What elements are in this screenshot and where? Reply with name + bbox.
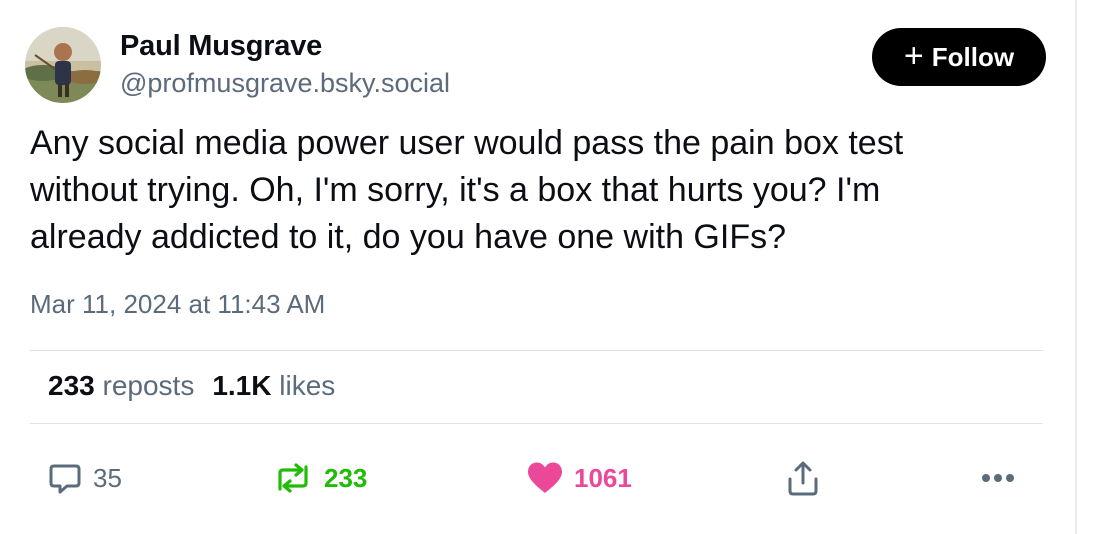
likes-stat[interactable]: 1.1K likes <box>212 370 335 402</box>
share-button[interactable] <box>786 455 820 501</box>
repost-count: 233 <box>324 462 368 493</box>
divider <box>30 423 1043 424</box>
like-button[interactable]: 1061 <box>526 455 632 501</box>
post-timestamp: Mar 11, 2024 at 11:43 AM <box>30 289 326 319</box>
more-dots-icon <box>980 472 1016 484</box>
heart-icon <box>526 461 564 495</box>
reposts-count: 233 <box>48 370 95 401</box>
follow-button[interactable]: + Follow <box>872 28 1046 86</box>
divider <box>30 350 1043 351</box>
likes-label: likes <box>279 370 336 401</box>
plus-icon: + <box>903 36 924 75</box>
like-count: 1061 <box>574 462 632 493</box>
more-options-button[interactable] <box>980 455 1016 501</box>
repost-icon <box>272 461 314 495</box>
post-text: Any social media power user would pass t… <box>30 120 1030 261</box>
post-text-line: already addicted to it, do you have one … <box>30 218 787 256</box>
follow-button-label: Follow <box>931 41 1015 72</box>
repost-button[interactable]: 233 <box>272 455 367 501</box>
reply-button[interactable]: 35 <box>47 455 122 501</box>
engagement-stats: 233 reposts 1.1K likes <box>48 370 353 402</box>
reply-bubble-icon <box>47 460 83 496</box>
post-text-line: without trying. Oh, I'm sorry, it's a bo… <box>30 171 881 209</box>
post-card: Paul Musgrave @profmusgrave.bsky.social … <box>0 0 1077 534</box>
author-handle[interactable]: @profmusgrave.bsky.social <box>120 68 450 99</box>
reposts-label: reposts <box>102 370 195 401</box>
author-display-name[interactable]: Paul Musgrave <box>120 30 322 63</box>
avatar[interactable] <box>25 27 101 103</box>
post-text-line: Any social media power user would pass t… <box>30 124 904 162</box>
reply-count: 35 <box>93 462 122 493</box>
likes-count: 1.1K <box>212 370 272 401</box>
share-icon <box>786 459 820 497</box>
reposts-stat[interactable]: 233 reposts <box>48 370 194 402</box>
